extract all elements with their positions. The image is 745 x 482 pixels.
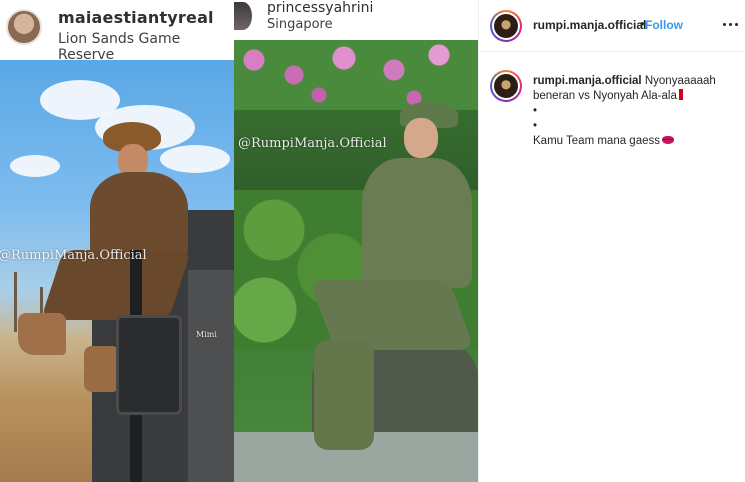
post-media[interactable]: maiaestiantyreal Lion Sands Game Reserve…: [0, 0, 478, 482]
ellipsis-icon[interactable]: [723, 16, 739, 32]
exclamation-icon: [678, 89, 683, 100]
left-photo-header: maiaestiantyreal Lion Sands Game Reserve: [0, 0, 234, 63]
caption-bullet-1: •: [533, 105, 538, 117]
right-photo-location: Singapore: [267, 17, 333, 32]
caption-text: rumpi.manja.official Nyonyaaaaah beneran…: [533, 74, 738, 149]
author-avatar[interactable]: [490, 10, 522, 42]
right-photo: @RumpiManja.Official: [234, 40, 478, 482]
left-photo-location: Lion Sands Game Reserve: [58, 31, 181, 63]
left-watermark: @RumpiManja.Official: [0, 248, 147, 263]
author-username-link[interactable]: rumpi.manja.official: [533, 18, 646, 32]
separator-dot: •: [640, 16, 645, 31]
caption-author-avatar[interactable]: [490, 70, 522, 102]
post-header: rumpi.manja.official • Follow: [479, 0, 745, 52]
post-sidebar: rumpi.manja.official • Follow rumpi.manj…: [479, 0, 745, 482]
caption-author-link[interactable]: rumpi.manja.official: [533, 75, 642, 87]
left-photo-username: maiaestiantyreal: [58, 8, 214, 27]
left-watermark-small: Mimi: [196, 330, 217, 339]
caption-line-2: Kamu Team mana gaess: [533, 135, 660, 147]
left-photo: @RumpiManja.Official Mimi: [0, 60, 234, 482]
right-photo-username: princessyahrini: [267, 0, 374, 16]
right-photo-avatar: [234, 2, 252, 30]
caption-bullet-2: •: [533, 120, 538, 132]
lips-icon: [662, 136, 674, 144]
left-photo-avatar: [6, 9, 42, 45]
follow-button[interactable]: Follow: [645, 18, 683, 32]
right-watermark: @RumpiManja.Official: [238, 136, 387, 151]
right-photo-header: princessyahrini Singapore: [234, 0, 478, 40]
